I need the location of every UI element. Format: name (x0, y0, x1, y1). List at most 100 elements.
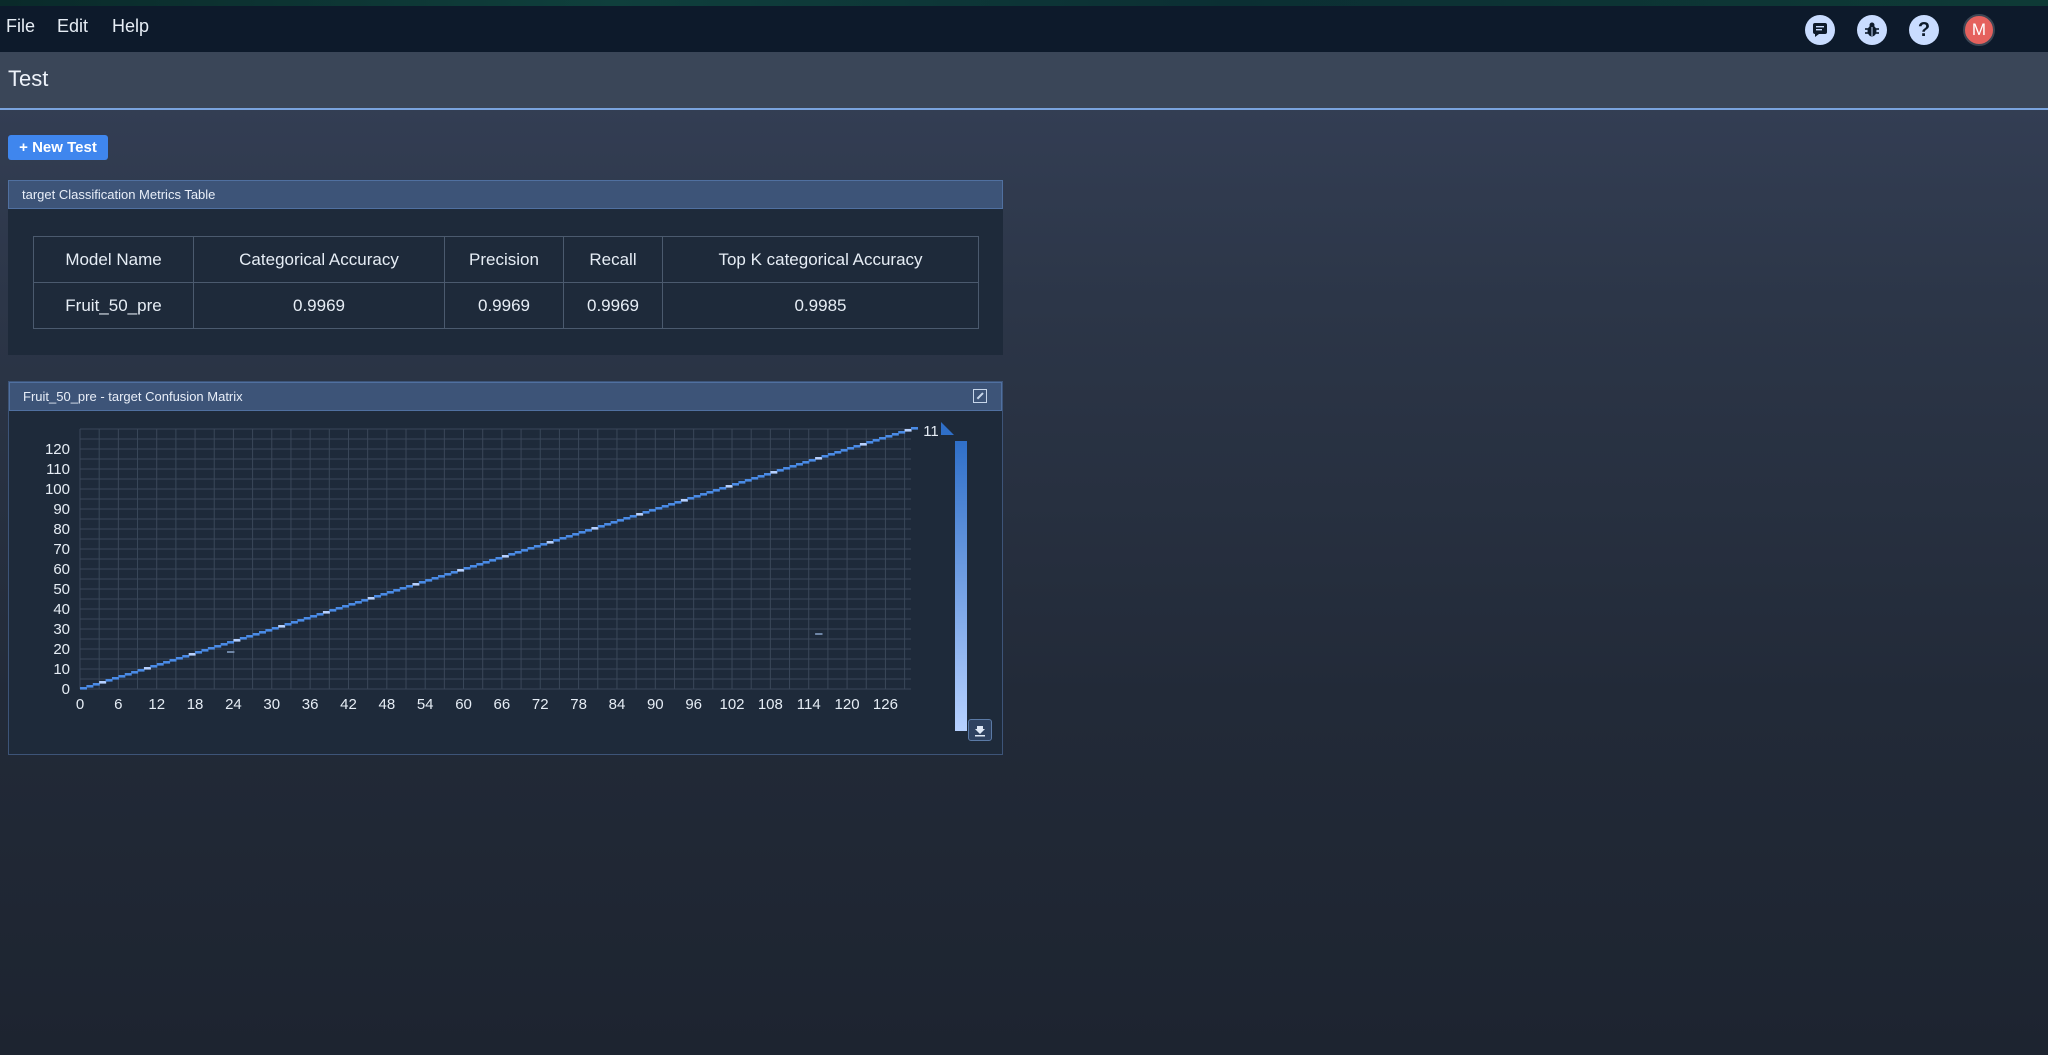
heatmap-cell (840, 449, 848, 452)
table-row: Fruit_50_pre 0.9969 0.9969 0.9969 0.9985 (33, 282, 979, 329)
metrics-table: Model Name Categorical Accuracy Precisio… (33, 236, 979, 329)
heatmap-cell (610, 521, 618, 524)
x-tick-label: 42 (340, 696, 357, 713)
colorbar-handle (941, 422, 954, 435)
heatmap-cell (744, 479, 752, 482)
heatmap-cell (572, 533, 580, 536)
heatmap-cell (469, 565, 477, 568)
heatmap-cell (508, 553, 516, 556)
page-header: Test (0, 52, 2048, 110)
heatmap-cell (425, 579, 433, 582)
x-tick-label: 54 (417, 696, 434, 713)
heatmap-cell (476, 563, 484, 566)
heatmap-cell (86, 685, 94, 688)
heatmap-cell (450, 571, 458, 574)
table-cell: 0.9969 (563, 282, 663, 329)
confusion-matrix-chart: 0 6 12 18 24 30 36 42 48 54 60 66 72 78 84 90 96 102 108 11… (45, 422, 967, 731)
heatmap-cell (457, 569, 465, 572)
heatmap-cell (278, 625, 286, 628)
heatmap-cell (636, 513, 644, 516)
heatmap-cell (182, 655, 190, 658)
heatmap-cell (604, 523, 612, 526)
heatmap-cell (431, 577, 439, 580)
y-tick-label: 10 (53, 661, 70, 678)
heatmap-cell (118, 675, 126, 678)
heatmap-cell (437, 575, 445, 578)
heatmap-cell (668, 503, 676, 506)
heatmap-cell (92, 683, 100, 686)
heatmap-cell (329, 609, 337, 612)
heatmap-cell (310, 615, 318, 618)
heatmap-cell (169, 659, 177, 662)
heatmap-cell (290, 621, 298, 624)
x-tick-label: 120 (835, 696, 860, 713)
heatmap-cell (623, 517, 631, 520)
heatmap-cell (220, 643, 228, 646)
menu-help[interactable]: Help (112, 16, 149, 37)
heatmap-cell (246, 635, 254, 638)
heatmap-cell (834, 451, 842, 454)
y-tick-label: 30 (53, 621, 70, 638)
heatmap-cell (463, 567, 471, 570)
heatmap-cell (386, 591, 394, 594)
x-tick-label: 36 (302, 696, 319, 713)
heatmap-cell (527, 547, 535, 550)
expand-icon[interactable] (973, 389, 987, 403)
heatmap-cell (815, 457, 823, 460)
heatmap-cell (374, 595, 382, 598)
heatmap-cell (175, 657, 183, 660)
heatmap-cell (629, 515, 637, 518)
confusion-panel: Fruit_50_pre - target Confusion Matrix 0… (8, 381, 1003, 755)
heatmap-cell (616, 519, 624, 522)
menu-bar: File Edit Help ? M (0, 6, 2048, 52)
x-tick-label: 24 (225, 696, 242, 713)
heatmap-cell (565, 535, 573, 538)
heatmap-cell (521, 549, 529, 552)
user-avatar[interactable]: M (1963, 14, 1995, 46)
x-tick-label: 126 (873, 696, 898, 713)
heatmap-cell (898, 431, 906, 434)
x-tick-label: 60 (455, 696, 472, 713)
menu-file[interactable]: File (6, 16, 35, 37)
heatmap-cell (866, 441, 874, 444)
heatmap-cell (648, 509, 656, 512)
x-tick-label: 78 (570, 696, 587, 713)
bug-icon[interactable] (1857, 15, 1887, 45)
y-tick-label: 90 (53, 501, 70, 518)
heatmap-cell (591, 527, 599, 530)
metrics-panel-title: target Classification Metrics Table (8, 180, 1003, 209)
menu-edit[interactable]: Edit (57, 16, 88, 37)
heatmap-cell (131, 671, 139, 674)
heatmap-cell (156, 663, 164, 666)
x-tick-label: 108 (758, 696, 783, 713)
download-button[interactable] (968, 719, 992, 741)
heatmap-cell (239, 637, 247, 640)
heatmap-cell (891, 433, 899, 436)
heatmap-cell (80, 687, 87, 690)
x-tick-label: 102 (719, 696, 744, 713)
heatmap-cell (540, 543, 548, 546)
heatmap-cell (297, 619, 305, 622)
column-header: Top K categorical Accuracy (662, 236, 979, 283)
chat-icon[interactable] (1805, 15, 1835, 45)
heatmap-cell (674, 501, 682, 504)
heatmap-cell (732, 483, 740, 486)
heatmap-cell (584, 529, 592, 532)
heatmap-cell (597, 525, 605, 528)
heatmap-cell (546, 541, 554, 544)
heatmap-cell (335, 607, 343, 610)
heatmap-cell (885, 435, 893, 438)
heatmap-cell (578, 531, 586, 534)
heatmap-cell (776, 469, 784, 472)
new-test-button[interactable]: + New Test (8, 135, 108, 160)
x-tick-label: 18 (187, 696, 204, 713)
y-tick-label: 120 (45, 441, 70, 458)
heatmap-cell (815, 633, 823, 635)
heatmap-cell (201, 649, 209, 652)
heatmap-cell (111, 677, 119, 680)
confusion-title: Fruit_50_pre - target Confusion Matrix (23, 389, 243, 404)
help-icon[interactable]: ? (1909, 15, 1939, 45)
heatmap-cell (751, 477, 759, 480)
heatmap-cell (150, 665, 158, 668)
heatmap-cell (444, 573, 452, 576)
